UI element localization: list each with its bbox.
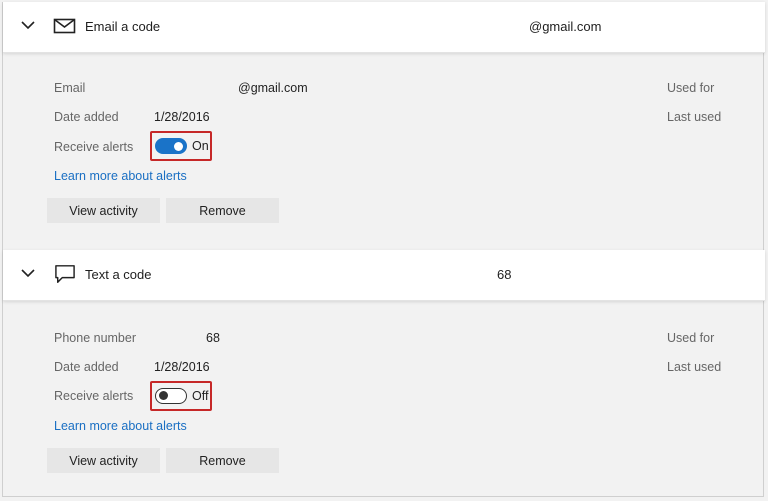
used-for-label: Used for xyxy=(667,81,715,95)
remove-button[interactable]: Remove xyxy=(166,198,279,223)
receive-alerts-label: Receive alerts xyxy=(54,140,134,154)
alerts-toggle-switch[interactable] xyxy=(155,388,187,404)
phone-number-value: 68 xyxy=(206,331,220,345)
email-value: @gmail.com xyxy=(238,81,308,95)
chevron-down-icon[interactable] xyxy=(21,20,35,30)
alerts-toggle-switch[interactable] xyxy=(155,138,187,154)
method-title: Text a code xyxy=(85,267,152,282)
chat-bubble-icon xyxy=(55,265,75,283)
date-added-label: Date added xyxy=(54,110,119,124)
used-for-label: Used for xyxy=(667,331,715,345)
alerts-toggle-highlight: Off xyxy=(150,381,212,411)
method-header-value: @gmail.com xyxy=(529,19,602,34)
email-method-header[interactable]: Email a code @gmail.com xyxy=(3,2,765,53)
date-added-value: 1/28/2016 xyxy=(154,360,210,374)
view-activity-button[interactable]: View activity xyxy=(47,198,160,223)
receive-alerts-label: Receive alerts xyxy=(54,389,134,403)
date-added-value: 1/28/2016 xyxy=(154,110,210,124)
envelope-icon xyxy=(53,18,76,34)
toggle-knob xyxy=(159,391,168,400)
date-added-label: Date added xyxy=(54,360,119,374)
remove-button[interactable]: Remove xyxy=(166,448,279,473)
learn-more-alerts-link[interactable]: Learn more about alerts xyxy=(54,419,187,433)
view-activity-button[interactable]: View activity xyxy=(47,448,160,473)
phone-number-label: Phone number xyxy=(54,331,137,345)
last-used-label: Last used xyxy=(667,110,722,124)
toggle-knob xyxy=(174,141,183,151)
text-method-header[interactable]: Text a code 68 xyxy=(3,250,765,301)
last-used-label: Last used xyxy=(667,360,722,374)
method-header-value: 68 xyxy=(497,267,512,282)
alerts-toggle-state: Off xyxy=(192,389,209,403)
alerts-toggle-highlight: On xyxy=(150,131,212,161)
method-title: Email a code xyxy=(85,19,161,34)
learn-more-alerts-link[interactable]: Learn more about alerts xyxy=(54,169,187,183)
alerts-toggle-state: On xyxy=(192,139,209,153)
email-label: Email xyxy=(54,81,86,95)
chevron-down-icon[interactable] xyxy=(21,268,35,278)
